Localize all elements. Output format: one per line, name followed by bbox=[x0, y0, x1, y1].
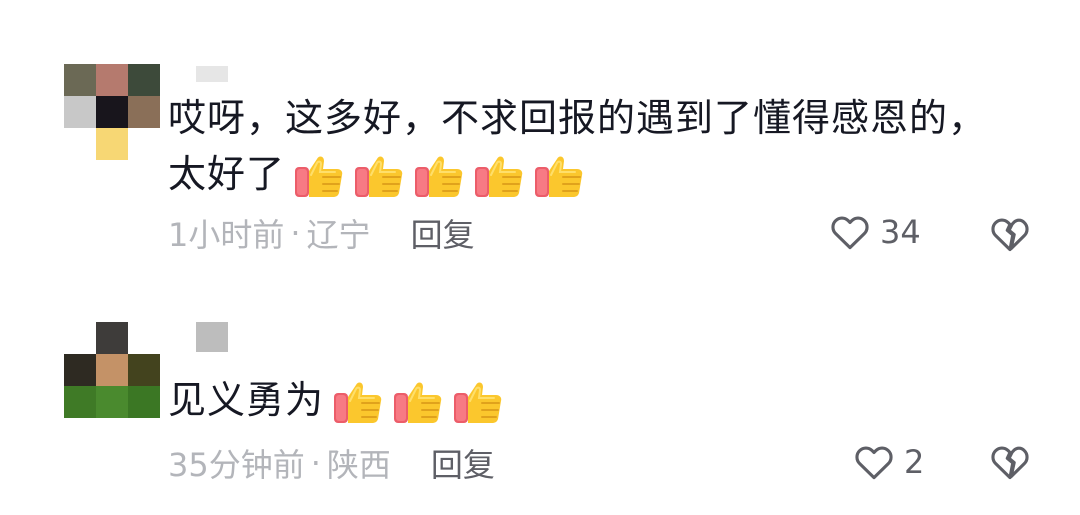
thumbs-up-emoji bbox=[392, 379, 444, 427]
avatar-pixel bbox=[64, 96, 96, 128]
avatar-pixel bbox=[128, 322, 160, 354]
avatar-pixel bbox=[96, 322, 128, 354]
avatar-pixel bbox=[128, 128, 160, 160]
comment-time: 1小时前 bbox=[168, 216, 285, 254]
avatar[interactable] bbox=[64, 64, 160, 160]
avatar-pixel bbox=[64, 64, 96, 96]
avatar[interactable] bbox=[64, 322, 160, 418]
comment-text: 见义勇为 bbox=[168, 372, 988, 428]
thumbs-up-emoji bbox=[473, 153, 525, 201]
thumbs-up-emoji bbox=[332, 379, 384, 427]
avatar-pixel bbox=[64, 322, 96, 354]
like-count: 34 bbox=[880, 213, 921, 251]
heart-outline-icon bbox=[855, 446, 893, 480]
thumbs-up-emoji bbox=[353, 153, 405, 201]
avatar-pixel bbox=[128, 64, 160, 96]
like-count: 2 bbox=[904, 443, 925, 481]
comment-item: 见义勇为 35分钟前 · 陕西 回复 2 bbox=[0, 290, 1080, 515]
avatar-pixel bbox=[96, 354, 128, 386]
like-button[interactable]: 34 bbox=[828, 210, 921, 254]
avatar-pixel bbox=[64, 128, 96, 160]
comment-location: 辽宁 bbox=[306, 216, 371, 254]
avatar-pixel bbox=[96, 64, 128, 96]
avatar-pixel bbox=[96, 96, 128, 128]
avatar-pixel bbox=[96, 128, 128, 160]
thumbs-up-emoji bbox=[293, 153, 345, 201]
username[interactable] bbox=[196, 66, 228, 82]
broken-heart-icon[interactable] bbox=[988, 440, 1032, 484]
comment-item: 哎呀，这多好，不求回报的遇到了懂得感恩的，太好了 1小时前 · 辽宁 回复 34 bbox=[0, 0, 1080, 290]
broken-heart-icon[interactable] bbox=[988, 212, 1032, 256]
comment-text: 哎呀，这多好，不求回报的遇到了懂得感恩的，太好了 bbox=[168, 90, 988, 202]
heart-outline-icon bbox=[831, 216, 869, 250]
thumbs-up-emoji bbox=[452, 379, 504, 427]
comment-meta: 35分钟前 · 陕西 回复 bbox=[168, 440, 495, 486]
thumbs-up-emoji bbox=[533, 153, 585, 201]
thumbs-up-group bbox=[332, 379, 504, 427]
comment-body: 见义勇为 bbox=[168, 378, 325, 422]
thumbs-up-group bbox=[293, 153, 585, 201]
username-pixel bbox=[196, 66, 228, 82]
avatar-pixel bbox=[64, 386, 96, 418]
meta-separator: · bbox=[310, 444, 321, 482]
comment-time: 35分钟前 bbox=[168, 446, 305, 484]
comment-location: 陕西 bbox=[326, 446, 391, 484]
avatar-pixel bbox=[128, 96, 160, 128]
reply-button[interactable]: 回复 bbox=[411, 210, 475, 256]
avatar-pixel bbox=[128, 386, 160, 418]
meta-separator: · bbox=[290, 214, 301, 252]
avatar-pixel bbox=[128, 354, 160, 386]
like-button[interactable]: 2 bbox=[852, 440, 924, 484]
username-pixel bbox=[196, 322, 228, 352]
avatar-pixel bbox=[96, 386, 128, 418]
reply-button[interactable]: 回复 bbox=[431, 440, 495, 486]
avatar-pixel bbox=[64, 354, 96, 386]
username[interactable] bbox=[196, 322, 228, 352]
thumbs-up-emoji bbox=[413, 153, 465, 201]
comment-meta: 1小时前 · 辽宁 回复 bbox=[168, 210, 475, 256]
